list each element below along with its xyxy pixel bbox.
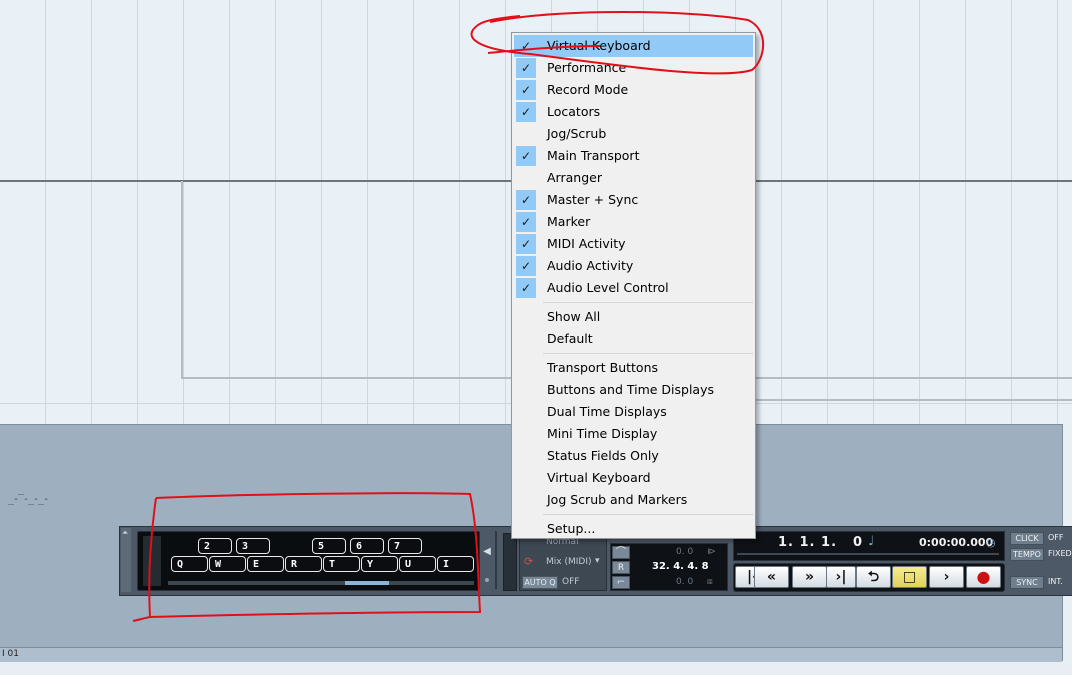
velocity-meter [143,536,161,586]
keyboard-mode-arrow-icon[interactable]: ◀ [481,541,493,563]
vk-white-key[interactable]: Y [361,556,398,572]
status-text: I 01 [2,649,19,659]
fast-forward-button[interactable]: » [792,566,827,588]
clock-icon[interactable]: ◷ [986,536,996,549]
go-to-end-button[interactable]: ›| [826,566,856,588]
menu-item-marker[interactable]: ✓ Marker [514,211,753,233]
check-icon: ✓ [516,146,536,166]
mix-mode-dropdown[interactable]: Mix (MIDI) [546,557,591,567]
menu-item-dual-time-displays[interactable]: Dual Time Displays [514,401,753,423]
right-locator-value[interactable]: 0. 0 [676,577,693,587]
vk-white-key[interactable]: T [323,556,360,572]
tempo-button[interactable]: TEMPO [1010,548,1044,561]
menu-item-mini-time-display[interactable]: Mini Time Display [514,423,753,445]
left-locator-icon[interactable]: ⌒ [612,546,630,559]
automation-curve-vertical [181,181,183,379]
menu-item-buttons-time-displays[interactable]: Buttons and Time Displays [514,379,753,401]
stop-button[interactable]: □ [892,566,927,588]
menu-item-transport-buttons[interactable]: Transport Buttons [514,357,753,379]
click-button[interactable]: CLICK [1010,532,1044,545]
menu-separator [543,302,753,303]
check-icon: ✓ [516,102,536,122]
vk-white-key[interactable]: W [209,556,246,572]
status-strip: I 01 [0,647,1062,663]
transport-context-menu: ✓ Virtual Keyboard ✓ Performance ✓ Recor… [511,32,756,539]
right-locator-icon[interactable]: ⌐ [612,576,630,589]
vk-black-key[interactable]: 5 [312,538,346,554]
octave-range-thumb[interactable] [345,581,389,585]
vk-white-key[interactable]: E [247,556,284,572]
chevron-down-icon[interactable]: ▾ [595,556,600,566]
menu-item-main-transport[interactable]: ✓ Main Transport [514,145,753,167]
menu-item-virtual-keyboard[interactable]: ✓ Virtual Keyboard [514,35,753,57]
menu-item-audio-activity[interactable]: ✓ Audio Activity [514,255,753,277]
bars-beats-display[interactable]: 1. 1. 1. [778,535,837,550]
menu-item-jog-scrub[interactable]: Jog/Scrub [514,123,753,145]
menu-item-setup[interactable]: Setup... [514,518,753,540]
note-icon[interactable]: ♩ [868,534,874,549]
menu-item-status-fields-only[interactable]: Status Fields Only [514,445,753,467]
vk-white-key[interactable]: U [399,556,436,572]
menu-separator [543,514,753,515]
project-position-bar[interactable] [737,553,999,555]
tempo-value: FIXED [1048,549,1072,558]
menu-item-audio-level-control[interactable]: ✓ Audio Level Control [514,277,753,299]
midi-part-preview: _-‾-_-_- [8,494,49,505]
menu-item-locators[interactable]: ✓ Locators [514,101,753,123]
section-divider [495,531,497,589]
vk-white-key[interactable]: I [437,556,474,572]
vk-black-key[interactable]: 7 [388,538,422,554]
click-value: OFF [1048,533,1064,542]
menu-item-virtual-keyboard-preset[interactable]: Virtual Keyboard [514,467,753,489]
check-icon: ✓ [516,190,536,210]
check-icon: ✓ [516,80,536,100]
vk-white-key[interactable]: Q [171,556,208,572]
check-icon: ✓ [516,234,536,254]
vk-black-key[interactable]: 2 [198,538,232,554]
auto-q-button[interactable]: AUTO Q [522,576,558,589]
sync-value: INT. [1048,577,1063,586]
vk-indicator-dot [485,578,489,582]
play-range-end-icon[interactable]: ⧈ [707,577,713,587]
performance-meter [503,533,517,591]
seconds-display[interactable]: 0:00:00.000 [919,536,993,549]
locator-position[interactable]: 32. 4. 4. 8 [652,561,709,572]
window-bottom-background [0,662,1072,675]
play-range-icon[interactable]: ⧐ [707,547,716,557]
menu-item-arranger[interactable]: Arranger [514,167,753,189]
octave-range-slider[interactable] [168,581,474,585]
left-locator-value[interactable]: 0. 0 [676,547,693,557]
collapse-arrow-icon[interactable]: ⏶ [122,528,128,538]
check-icon: ✓ [516,58,536,78]
punch-in-button[interactable]: R [612,561,630,574]
record-button[interactable]: ● [966,566,1001,588]
vk-black-key[interactable]: 3 [236,538,270,554]
menu-item-record-mode[interactable]: ✓ Record Mode [514,79,753,101]
check-icon: ✓ [516,36,536,56]
ticks-display[interactable]: 0 [853,535,862,550]
menu-item-jog-scrub-markers[interactable]: Jog Scrub and Markers [514,489,753,511]
menu-item-show-all[interactable]: Show All [514,306,753,328]
menu-separator [543,353,753,354]
mix-mode-icon: ⟳ [524,555,534,568]
menu-item-default[interactable]: Default [514,328,753,350]
play-button[interactable]: › [929,566,964,588]
check-icon: ✓ [516,256,536,276]
check-icon: ✓ [516,212,536,232]
vk-black-key[interactable]: 6 [350,538,384,554]
menu-item-performance[interactable]: ✓ Performance [514,57,753,79]
check-icon: ✓ [516,278,536,298]
menu-item-midi-activity[interactable]: ✓ MIDI Activity [514,233,753,255]
sync-button[interactable]: SYNC [1010,576,1044,589]
rewind-button[interactable]: « [754,566,789,588]
menu-item-master-sync[interactable]: ✓ Master + Sync [514,189,753,211]
auto-q-value: OFF [562,577,580,587]
vk-white-key[interactable]: R [285,556,322,572]
cycle-button[interactable]: ⮌ [856,566,891,588]
